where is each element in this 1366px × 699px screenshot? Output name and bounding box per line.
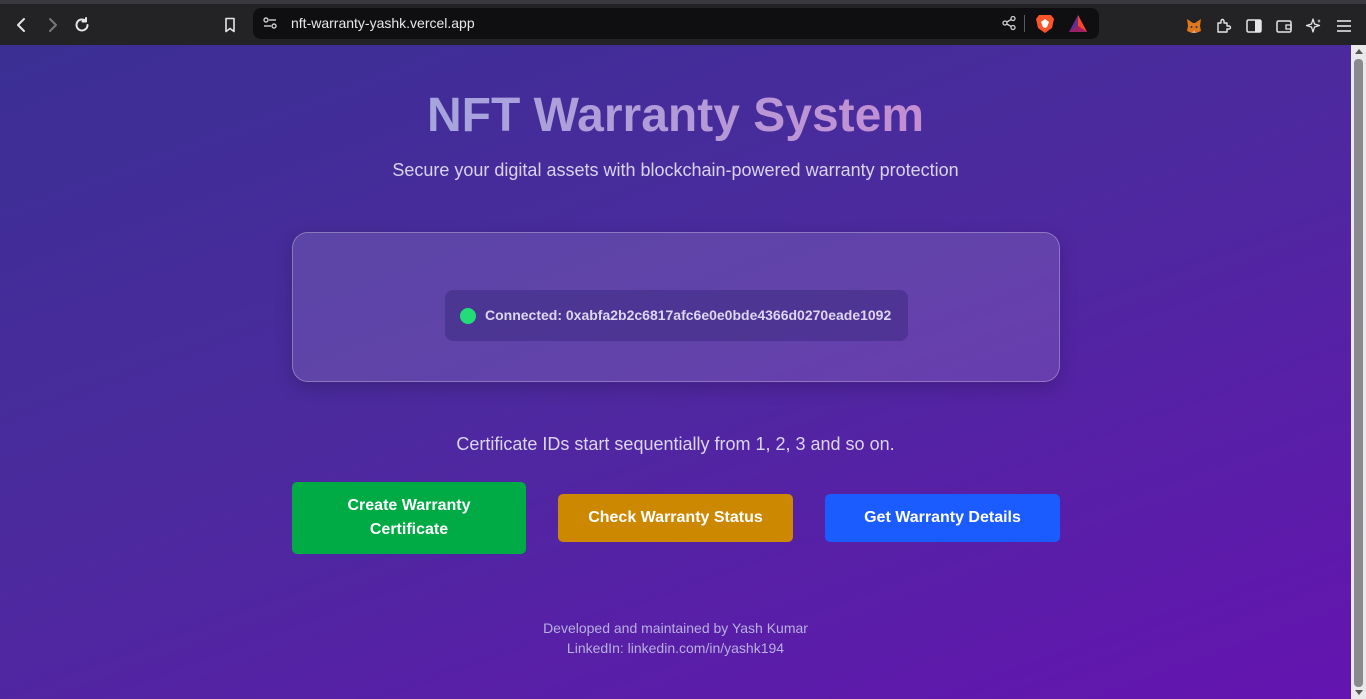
connection-status: Connected: 0xabfa2b2c6817afc6e0e0bde4366… — [445, 290, 908, 341]
brave-shields-icon[interactable] — [1035, 13, 1055, 34]
connection-text: Connected: 0xabfa2b2c6817afc6e0e0bde4366… — [485, 307, 892, 323]
address-bar[interactable]: nft-warranty-yashk.vercel.app — [253, 8, 1099, 39]
status-dot-icon — [460, 308, 476, 324]
footer-linkedin[interactable]: LinkedIn: linkedin.com/in/yashk194 — [0, 640, 1351, 656]
wallet-card: Connected: 0xabfa2b2c6817afc6e0e0bde4366… — [292, 232, 1060, 382]
back-icon[interactable] — [10, 13, 34, 37]
scroll-up-icon[interactable] — [1355, 49, 1363, 54]
forward-icon[interactable] — [40, 13, 64, 37]
page-title: NFT Warranty System — [0, 88, 1351, 143]
reload-icon[interactable] — [70, 13, 94, 37]
leo-ai-icon[interactable] — [1304, 16, 1324, 36]
footer-credit: Developed and maintained by Yash Kumar — [543, 620, 808, 636]
divider — [1024, 15, 1025, 32]
bookmark-icon[interactable] — [218, 13, 242, 37]
create-warranty-button[interactable]: Create Warranty Certificate — [292, 482, 526, 554]
scroll-down-icon[interactable] — [1355, 690, 1363, 695]
extensions-icon[interactable] — [1214, 16, 1234, 36]
page-content: NFT Warranty System Secure your digital … — [0, 45, 1351, 699]
certificate-info: Certificate IDs start sequentially from … — [456, 434, 895, 454]
menu-icon[interactable] — [1334, 16, 1354, 36]
browser-toolbar: nft-warranty-yashk.vercel.app — [0, 0, 1366, 45]
warranty-details-button[interactable]: Get Warranty Details — [825, 494, 1060, 542]
metamask-icon[interactable] — [1184, 16, 1204, 36]
share-icon[interactable] — [1001, 15, 1017, 31]
site-settings-icon[interactable] — [262, 15, 278, 31]
wallet-icon[interactable] — [1274, 16, 1294, 36]
sidebar-icon[interactable] — [1244, 16, 1264, 36]
create-button-label-line1: Create Warranty — [347, 497, 471, 514]
scrollbar-thumb[interactable] — [1354, 59, 1363, 687]
page-subtitle: Secure your digital assets with blockcha… — [392, 160, 959, 180]
create-button-label-line2: Certificate — [369, 521, 449, 538]
scrollbar[interactable] — [1351, 45, 1366, 699]
url-text[interactable]: nft-warranty-yashk.vercel.app — [291, 15, 475, 31]
check-warranty-button[interactable]: Check Warranty Status — [558, 494, 793, 542]
brave-rewards-icon[interactable] — [1068, 14, 1088, 33]
